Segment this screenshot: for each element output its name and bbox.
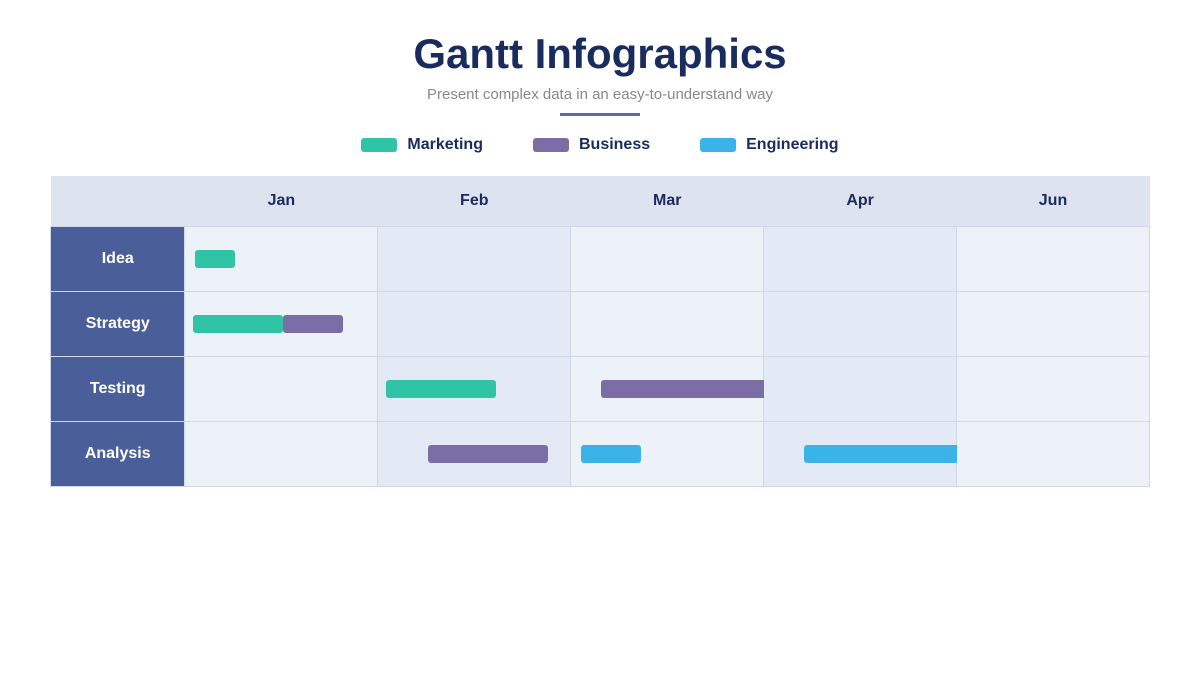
data-cell [185,226,378,291]
gantt-bar-blue [581,445,641,463]
data-cell [185,291,378,356]
business-label: Business [579,136,650,154]
data-cell [764,421,957,486]
data-cell [185,356,378,421]
legend: Marketing Business Engineering [361,136,838,154]
data-cell [571,291,764,356]
gantt-row: Idea [51,226,1150,291]
data-cell [957,226,1150,291]
data-cell [571,226,764,291]
data-cell [378,291,571,356]
data-cell [764,226,957,291]
month-header-apr: Apr [764,176,957,226]
gantt-row: Strategy [51,291,1150,356]
data-cell [378,421,571,486]
data-cell [957,356,1150,421]
data-cell [378,226,571,291]
engineering-label: Engineering [746,136,838,154]
corner-cell [51,176,185,226]
page-subtitle: Present complex data in an easy-to-under… [427,86,773,103]
gantt-bar-purple [283,315,343,333]
page: Gantt Infographics Present complex data … [0,0,1200,675]
legend-item-engineering: Engineering [700,136,838,154]
data-cell [571,356,764,421]
data-cell [185,421,378,486]
month-header-mar: Mar [571,176,764,226]
gantt-bar-green [195,250,235,268]
legend-item-marketing: Marketing [361,136,483,154]
gantt-bar-green [386,380,496,398]
gantt-bar-green [193,315,283,333]
month-header-jun: Jun [957,176,1150,226]
gantt-row: Analysis [51,421,1150,486]
title-underline [560,113,640,116]
engineering-swatch [700,138,736,152]
month-header-feb: Feb [378,176,571,226]
data-cell [957,291,1150,356]
row-label: Idea [51,226,185,291]
gantt-bar-purple [428,445,548,463]
month-header-jan: Jan [185,176,378,226]
gantt-chart: JanFebMarAprJun IdeaStrategyTestingAnalys… [50,176,1150,655]
data-cell [571,421,764,486]
data-cell [764,291,957,356]
marketing-swatch [361,138,397,152]
marketing-label: Marketing [407,136,483,154]
gantt-row: Testing [51,356,1150,421]
row-label: Analysis [51,421,185,486]
data-cell [378,356,571,421]
data-cell [957,421,1150,486]
row-label: Strategy [51,291,185,356]
legend-item-business: Business [533,136,650,154]
page-title: Gantt Infographics [413,30,786,78]
row-label: Testing [51,356,185,421]
data-cell [764,356,957,421]
business-swatch [533,138,569,152]
